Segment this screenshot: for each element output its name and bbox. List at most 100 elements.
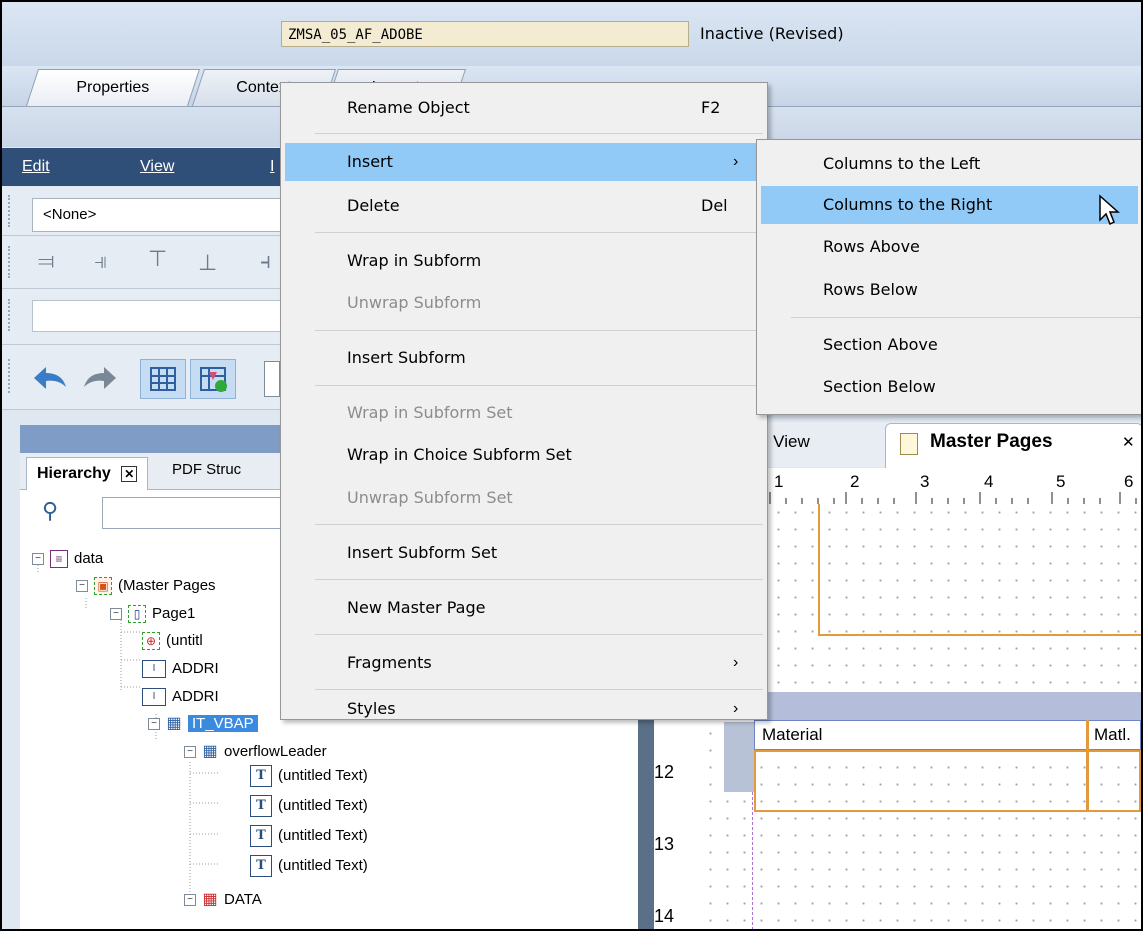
table-row-handle[interactable] bbox=[724, 722, 754, 792]
toolbar-grip[interactable] bbox=[8, 299, 16, 331]
menu-separator bbox=[791, 317, 1141, 318]
style-select[interactable]: <None> bbox=[32, 198, 282, 232]
undo-icon[interactable] bbox=[32, 365, 68, 391]
menu-item-label: Columns to the Left bbox=[823, 154, 981, 173]
ruler-label: 5 bbox=[1056, 472, 1066, 491]
page-icon[interactable] bbox=[264, 361, 280, 397]
menu-item-styles[interactable]: Styles › bbox=[281, 699, 767, 719]
menu-item-new-master-page[interactable]: New Master Page bbox=[281, 589, 767, 627]
font-select[interactable] bbox=[32, 300, 282, 332]
tab-master-pages[interactable]: Master Pages ✕ bbox=[885, 423, 1141, 468]
toolbar-grip[interactable] bbox=[8, 246, 16, 278]
tree-node-untitled-circle[interactable]: ⊕ (untitl bbox=[142, 629, 203, 653]
collapse-icon[interactable]: − bbox=[110, 608, 122, 621]
menu-item-section-below[interactable]: Section Below bbox=[757, 368, 1141, 406]
menu-item-label: Section Above bbox=[823, 335, 938, 354]
menu-item-label: Rows Below bbox=[823, 280, 918, 299]
tree-node-text-3[interactable]: T (untitled Text) bbox=[250, 824, 368, 848]
table-row-icon: ▦ bbox=[202, 891, 218, 909]
menu-item-section-above[interactable]: Section Above bbox=[757, 326, 1141, 364]
menu-separator bbox=[315, 524, 763, 525]
menu-item-wrap-in-subform-set[interactable]: Wrap in Subform Set bbox=[281, 394, 767, 432]
toolbar-grip[interactable] bbox=[8, 359, 16, 393]
menu-item-rename-object[interactable]: Rename Object F2 bbox=[281, 89, 767, 127]
menu-item-label: Insert Subform Set bbox=[347, 543, 498, 562]
page-icon bbox=[900, 433, 918, 455]
tree-node-data[interactable]: − ≡ data bbox=[32, 547, 103, 571]
ruler-label: 14 bbox=[654, 906, 675, 926]
hierarchy-search-input[interactable] bbox=[102, 497, 287, 529]
menu-item-unwrap-subform[interactable]: Unwrap Subform bbox=[281, 284, 767, 322]
align-center-icon[interactable]: ⫞ bbox=[260, 248, 271, 274]
tree-node-master-pages[interactable]: − ▣ (Master Pages bbox=[76, 574, 216, 598]
column-header-matl[interactable]: Matl. bbox=[1094, 725, 1131, 745]
tree-node-address-2[interactable]: I ADDRI bbox=[142, 685, 219, 709]
menu-item-columns-to-the-left[interactable]: Columns to the Left bbox=[757, 145, 1141, 183]
submenu-arrow-icon: › bbox=[733, 700, 739, 717]
menu-insert[interactable]: I bbox=[270, 158, 274, 176]
tree-node-it-vbap[interactable]: − ▦ IT_VBAP bbox=[148, 712, 258, 736]
tab-pdf-structure[interactable]: PDF Struc bbox=[172, 461, 241, 478]
menu-item-delete[interactable]: Delete Del bbox=[281, 187, 767, 225]
menu-item-insert-subform-set[interactable]: Insert Subform Set bbox=[281, 534, 767, 572]
tree-node-label: Page1 bbox=[152, 605, 196, 622]
tree-node-overflow-leader[interactable]: − ▦ overflowLeader bbox=[184, 740, 327, 764]
collapse-icon[interactable]: − bbox=[184, 894, 196, 907]
redo-icon[interactable] bbox=[82, 365, 118, 391]
menu-item-unwrap-subform-set[interactable]: Unwrap Subform Set bbox=[281, 479, 767, 517]
collapse-icon[interactable]: − bbox=[76, 580, 88, 593]
menu-item-wrap-in-choice-subform-set[interactable]: Wrap in Choice Subform Set bbox=[281, 436, 767, 474]
tree-node-label: (untitled Text) bbox=[278, 827, 368, 844]
tree-node-data-table[interactable]: − ▦ DATA bbox=[184, 888, 262, 912]
menu-item-rows-below[interactable]: Rows Below bbox=[757, 271, 1141, 309]
column-divider[interactable] bbox=[1086, 720, 1089, 812]
menu-separator bbox=[315, 579, 763, 580]
menu-item-label: New Master Page bbox=[347, 598, 486, 617]
align-right-icon[interactable]: ⫣ bbox=[94, 248, 107, 274]
table-body-row[interactable] bbox=[754, 750, 1141, 812]
page-icon: ▯ bbox=[128, 605, 146, 624]
master-page-content-area[interactable] bbox=[818, 504, 1141, 636]
tree-node-label: ADDRI bbox=[172, 660, 219, 677]
menu-separator bbox=[315, 232, 763, 233]
tab-properties[interactable]: Properties bbox=[25, 69, 201, 106]
grid-toggle-button[interactable] bbox=[140, 359, 186, 399]
tab-hierarchy[interactable]: Hierarchy ✕ bbox=[26, 457, 149, 490]
menu-item-label: Insert bbox=[347, 152, 393, 171]
tree-node-text-2[interactable]: T (untitled Text) bbox=[250, 794, 368, 818]
tab-hierarchy-label: Hierarchy bbox=[37, 465, 111, 482]
ruler-label: 3 bbox=[920, 472, 930, 491]
menu-view[interactable]: View bbox=[140, 158, 174, 176]
tree-node-label: (untitled Text) bbox=[278, 767, 368, 784]
collapse-icon[interactable]: − bbox=[148, 718, 160, 731]
program-name-field[interactable]: ZMSA_05_AF_ADOBE bbox=[281, 21, 689, 47]
search-icon[interactable]: ⚲ bbox=[42, 498, 58, 524]
column-header-material[interactable]: Material bbox=[762, 725, 822, 745]
align-left-icon[interactable]: ⫤ bbox=[38, 248, 55, 274]
snap-grid-button[interactable] bbox=[190, 359, 236, 399]
tree-node-text-1[interactable]: T (untitled Text) bbox=[250, 764, 368, 788]
menu-item-columns-to-the-right[interactable]: Columns to the Right bbox=[761, 186, 1138, 224]
submenu-arrow-icon: › bbox=[733, 153, 739, 170]
menu-item-insert[interactable]: Insert › bbox=[285, 143, 763, 181]
menu-separator bbox=[315, 689, 763, 690]
menu-item-fragments[interactable]: Fragments › bbox=[281, 644, 767, 682]
align-top-icon[interactable]: ⊤ bbox=[148, 246, 167, 272]
tree-node-label: IT_VBAP bbox=[188, 715, 258, 732]
close-icon[interactable]: ✕ bbox=[1122, 433, 1135, 451]
tree-node-address-1[interactable]: I ADDRI bbox=[142, 657, 219, 681]
align-bottom-icon[interactable]: ⊥ bbox=[198, 250, 217, 276]
collapse-icon[interactable]: − bbox=[32, 553, 44, 566]
menu-item-wrap-in-subform[interactable]: Wrap in Subform bbox=[281, 242, 767, 280]
close-icon[interactable]: ✕ bbox=[121, 466, 138, 482]
menu-item-insert-subform[interactable]: Insert Subform bbox=[281, 339, 767, 377]
toolbar-grip[interactable] bbox=[8, 195, 16, 227]
tree-node-text-4[interactable]: T (untitled Text) bbox=[250, 854, 368, 878]
grid-icon bbox=[150, 367, 176, 391]
snap-grid-icon bbox=[200, 367, 227, 392]
menu-edit[interactable]: Edit bbox=[22, 158, 50, 176]
tree-node-page1[interactable]: − ▯ Page1 bbox=[110, 602, 195, 626]
collapse-icon[interactable]: − bbox=[184, 746, 196, 759]
menu-item-rows-above[interactable]: Rows Above bbox=[757, 228, 1141, 266]
ruler-label: 2 bbox=[850, 472, 860, 491]
